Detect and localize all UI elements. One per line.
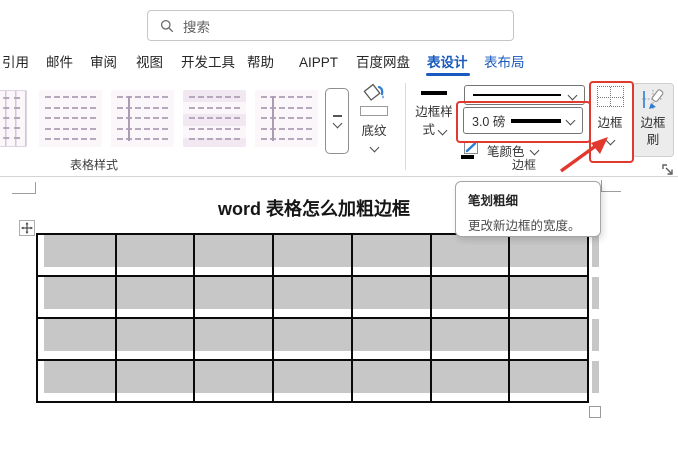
table-cell[interactable] <box>352 319 430 359</box>
search-placeholder: 搜索 <box>183 19 210 35</box>
table-cell[interactable] <box>195 319 273 359</box>
tab-developer[interactable]: 开发工具 <box>181 52 235 74</box>
word-window: 搜索 引用 邮件 审阅 视图 开发工具 帮助 AIPPT 百度网盘 表设计 表布… <box>0 0 678 459</box>
border-painter-button[interactable]: 边框刷 <box>632 83 674 157</box>
line-weight-sample <box>511 118 561 123</box>
table-move-handle[interactable] <box>19 220 35 236</box>
row-end-stubs <box>592 235 599 401</box>
text-boundary-corner-mark <box>601 191 621 192</box>
borders-group-label: 边框 <box>511 158 536 172</box>
table-cell[interactable] <box>38 319 115 359</box>
table-cell[interactable] <box>38 235 115 275</box>
table-cell[interactable] <box>116 361 194 401</box>
table-resize-handle[interactable] <box>589 406 601 418</box>
table-cell[interactable] <box>38 361 115 401</box>
table-cell[interactable] <box>116 277 194 317</box>
tab-help[interactable]: 帮助 <box>247 52 274 74</box>
tab-references[interactable]: 引用 <box>2 52 29 74</box>
chevron-down-icon <box>567 90 578 100</box>
group-separator <box>405 83 406 170</box>
tab-table-layout[interactable]: 表布局 <box>484 52 525 74</box>
chevron-down-icon <box>437 125 447 136</box>
table-style-thumbnail[interactable] <box>183 90 246 147</box>
border-styles-button[interactable]: 边框样式 <box>408 88 460 139</box>
table-cell[interactable] <box>274 361 351 401</box>
table-cell[interactable] <box>352 235 430 275</box>
table-cell[interactable] <box>38 277 115 317</box>
line-weight-value: 3.0 磅 <box>472 115 506 129</box>
chevron-down-icon <box>332 118 342 129</box>
active-tab-underline <box>426 73 470 76</box>
shading-color-swatch <box>360 106 388 116</box>
table-style-thumbnail[interactable] <box>39 90 102 147</box>
line-style-sample <box>473 94 561 96</box>
table-styles-more-button[interactable] <box>325 88 349 154</box>
chevron-down-icon <box>369 142 379 153</box>
table-cell[interactable] <box>195 361 273 401</box>
shading-button[interactable]: 底纹 <box>350 83 398 153</box>
table-cell[interactable] <box>195 235 273 275</box>
table-cell[interactable] <box>510 361 587 401</box>
table-cell[interactable] <box>510 319 587 359</box>
line-style-combobox[interactable] <box>464 85 585 105</box>
row-end-shading <box>592 235 599 267</box>
table-cell[interactable] <box>116 235 194 275</box>
tab-view[interactable]: 视图 <box>136 52 163 74</box>
borders-dialog-launcher-icon[interactable] <box>661 163 675 177</box>
tooltip-body: 更改新边框的宽度。 <box>468 219 581 233</box>
border-style-line-icon <box>421 91 447 95</box>
table-cell[interactable] <box>352 277 430 317</box>
search-icon <box>160 19 174 32</box>
tab-table-design[interactable]: 表设计 <box>427 52 468 74</box>
tooltip: 笔划粗细 更改新边框的宽度。 <box>455 181 601 237</box>
move-arrows-icon <box>21 222 33 234</box>
border-painter-icon <box>642 89 664 109</box>
table-cell[interactable] <box>274 319 351 359</box>
row-end-shading <box>592 319 599 351</box>
shading-label: 底纹 <box>361 124 387 138</box>
table-cell[interactable] <box>431 235 509 275</box>
table-style-thumbnail[interactable] <box>255 90 318 147</box>
ribbon-bottom-border <box>0 176 678 177</box>
borders-button[interactable]: 边框 <box>592 86 628 146</box>
table-style-thumbnail[interactable] <box>0 90 27 147</box>
border-styles-label: 边框样式 <box>415 105 453 138</box>
table-style-thumbnail[interactable] <box>111 90 174 147</box>
table-cell[interactable] <box>195 277 273 317</box>
line-weight-combobox[interactable]: 3.0 磅 <box>463 107 583 134</box>
table-cell[interactable] <box>116 319 194 359</box>
chevron-down-icon <box>565 115 576 126</box>
row-end-shading <box>592 361 599 393</box>
tab-aippt[interactable]: AIPPT <box>299 52 338 74</box>
text-boundary-corner-mark <box>601 180 602 192</box>
border-painter-label: 边框刷 <box>640 116 666 147</box>
tooltip-title: 笔划粗细 <box>468 194 519 208</box>
chevron-down-icon <box>529 145 539 155</box>
table-cell[interactable] <box>274 235 351 275</box>
table-cell[interactable] <box>431 277 509 317</box>
paint-bucket-icon <box>363 83 384 101</box>
table-cell[interactable] <box>431 319 509 359</box>
row-end-shading <box>592 277 599 309</box>
search-input[interactable]: 搜索 <box>147 10 514 41</box>
table-styles-group-label: 表格样式 <box>69 158 118 172</box>
table-cell[interactable] <box>431 361 509 401</box>
table-cell[interactable] <box>274 277 351 317</box>
gallery-more-icon <box>332 115 342 117</box>
text-boundary-corner-mark <box>35 182 36 194</box>
borders-label: 边框 <box>597 116 623 130</box>
tab-review[interactable]: 审阅 <box>90 52 117 74</box>
tab-baidu-netdisk[interactable]: 百度网盘 <box>356 52 410 74</box>
table-cell[interactable] <box>352 361 430 401</box>
borders-grid-icon <box>596 86 624 107</box>
table-cell[interactable] <box>510 277 587 317</box>
table-cell[interactable] <box>510 235 587 275</box>
text-boundary-corner-mark <box>12 193 36 194</box>
chevron-down-icon <box>605 135 615 146</box>
document-table[interactable] <box>36 233 589 403</box>
tab-mailings[interactable]: 邮件 <box>46 52 73 74</box>
